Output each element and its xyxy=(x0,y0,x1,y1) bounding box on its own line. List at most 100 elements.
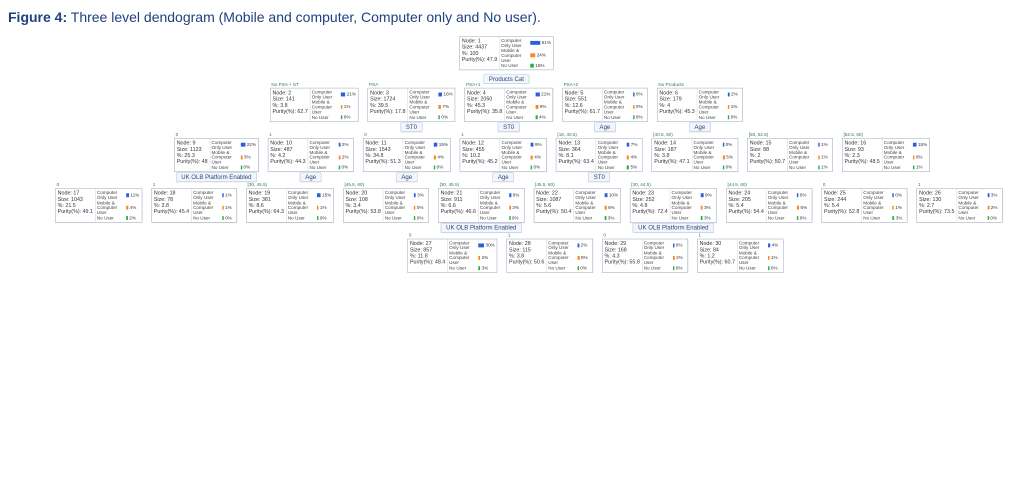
node-distribution: Computer Only User15% Mobile & Computer … xyxy=(286,189,333,222)
node-stats: Node: 20 Size: 108 %: 3.4 Purity(%): 53.… xyxy=(343,189,383,222)
tree-node: 1 Node: 18 Size: 78 %: 3.8 Purity(%): 45… xyxy=(151,189,237,223)
split-variable: ST0 xyxy=(588,173,610,182)
node-distribution: Computer Only User2% Mobile & Computer U… xyxy=(547,239,593,272)
tree-node: 0 Node: 9 Size: 1123 %: 25.3 Purity(%): … xyxy=(174,138,258,172)
node-distribution: Computer Only User22% Mobile & Computer … xyxy=(210,139,258,172)
tree-node: [30, 44.5) Node: 23 Size: 252 %: 4.8 Pur… xyxy=(630,189,717,223)
node-stats: Node: 15 Size: 88 %: 2 Purity(%): 50.7 xyxy=(748,139,788,172)
node-distribution: Computer Only User21% Mobile & Computer … xyxy=(310,88,358,121)
node-distribution: Computer Only User15% Mobile & Computer … xyxy=(403,139,450,172)
node-stats: Node: 23 Size: 252 %: 4.8 Purity(%): 72.… xyxy=(630,189,670,222)
node-distribution: Computer Only User11% Mobile & Computer … xyxy=(95,189,141,222)
node-stats: Node: 17 Size: 1043 %: 21.5 Purity(%): 4… xyxy=(56,189,96,222)
tree-node: No Products Node: 6 Size: 179 %: 4 Purit… xyxy=(657,88,743,122)
tree-node: 0 Node: 11 Size: 1543 %: 34.8 Purity(%):… xyxy=(363,138,451,172)
split-variable: UK OLB Platform Enabled xyxy=(441,223,522,232)
node-stats: Node: 25 Size: 244 %: 5.4 Purity(%): 52.… xyxy=(822,189,862,222)
tree-node: 0 Node: 25 Size: 244 %: 5.4 Purity(%): 5… xyxy=(822,189,908,223)
node-distribution: Computer Only User21% Mobile & Computer … xyxy=(505,88,553,121)
split-variable: Products Cat xyxy=(484,75,530,84)
tree-node: No PSA + ST Node: 2 Size: 141 %: 3.8 Pur… xyxy=(270,88,358,122)
tree-node: 0 Node: 27 Size: 857 %: 11.8 Purity(%): … xyxy=(407,239,497,273)
node-distribution: Computer Only User16% Mobile & Computer … xyxy=(408,88,455,121)
split-variable: Age xyxy=(300,173,321,182)
node-distribution: Computer Only User2% Mobile & Computer U… xyxy=(308,139,353,172)
split-variable: ST0 xyxy=(498,123,520,132)
split-variable: UK OLB Platform Enabled xyxy=(633,223,714,232)
node-distribution: Computer Only User0% Mobile & Computer U… xyxy=(766,189,812,222)
node-stats: Node: 1 Size: 4437 %: 100 Purity(%): 47.… xyxy=(460,37,500,70)
split-variable: Age xyxy=(594,123,615,132)
node-distribution: Computer Only User9% Mobile & Computer U… xyxy=(670,189,716,222)
tree-node: [44.5, 60) Node: 24 Size: 205 %: 5.4 Pur… xyxy=(726,189,812,223)
split-variable: Age xyxy=(493,173,514,182)
node-stats: Node: 28 Size: 115 %: 3.8 Purity(%): 50.… xyxy=(507,239,547,272)
node-distribution: Computer Only User3% Mobile & Computer U… xyxy=(957,189,1002,222)
node-distribution: Computer Only User4% Mobile & Computer U… xyxy=(737,239,783,272)
node-distribution: Computer Only User0% Mobile & Computer U… xyxy=(692,139,738,172)
figure-caption: Figure 4: Three level dendogram (Mobile … xyxy=(8,8,1005,26)
tree-node: 1 Node: 12 Size: 455 %: 10.2 Purity(%): … xyxy=(460,138,547,172)
node-distribution: Computer Only User15% Mobile & Computer … xyxy=(882,139,929,172)
node-distribution: Computer Only User0% Mobile & Computer U… xyxy=(862,189,907,222)
node-distribution: Computer Only User61% Mobile & Computer … xyxy=(500,37,553,70)
node-distribution: Computer Only User30% Mobile & Computer … xyxy=(448,239,497,272)
tree-node: 1 Node: 26 Size: 130 %: 2.7 Purity(%): 7… xyxy=(917,189,1003,223)
tree-node: PSA+2 Node: 5 Size: 551 %: 12.6 Purity(%… xyxy=(562,88,648,122)
node-stats: Node: 3 Size: 1724 %: 39.5 Purity(%): 17… xyxy=(368,88,408,121)
split-variable: UK OLB Platform Enabled xyxy=(176,173,257,182)
tree-node: [50, 52.5) Node: 15 Size: 88 %: 2 Purity… xyxy=(747,138,833,172)
tree-node: [52.5, 60) Node: 16 Size: 93 %: 2.3 Puri… xyxy=(842,138,930,172)
node-distribution: Computer Only User9% Mobile & Computer U… xyxy=(500,139,546,172)
node-stats: Node: 2 Size: 141 %: 3.8 Purity(%): 62.7 xyxy=(270,88,310,121)
node-distribution: Computer Only User3% Mobile & Computer U… xyxy=(383,189,428,222)
node-stats: Node: 4 Size: 2050 %: 45.3 Purity(%): 35… xyxy=(465,88,505,121)
node-distribution: Computer Only User2% Mobile & Computer U… xyxy=(697,88,742,121)
node-stats: Node: 18 Size: 78 %: 3.8 Purity(%): 45.4 xyxy=(152,189,192,222)
tree-node: [30, 45.5) Node: 21 Size: 911 %: 6.6 Pur… xyxy=(438,189,524,223)
node-stats: Node: 12 Size: 455 %: 10.2 Purity(%): 45… xyxy=(460,139,500,172)
tree-node: PSA+1 Node: 4 Size: 2050 %: 45.3 Purity(… xyxy=(465,88,553,122)
tree-node: 1 Node: 30 Size: 84 %: 1.2 Purity(%): 60… xyxy=(697,239,783,273)
tree-node: 0 Node: 17 Size: 1043 %: 21.5 Purity(%):… xyxy=(55,189,142,223)
tree-node: Node: 1 Size: 4437 %: 100 Purity(%): 47.… xyxy=(459,36,553,70)
figure-label: Figure 4: xyxy=(8,9,67,25)
node-stats: Node: 16 Size: 93 %: 2.3 Purity(%): 48.5 xyxy=(842,139,882,172)
node-stats: Node: 14 Size: 187 %: 3.8 Purity(%): 47.… xyxy=(652,139,692,172)
split-variable: ST0 xyxy=(401,123,423,132)
node-distribution: Computer Only User0% Mobile & Computer U… xyxy=(642,239,687,272)
node-stats: Node: 5 Size: 551 %: 12.6 Purity(%): 61.… xyxy=(563,88,603,121)
node-distribution: Computer Only User6% Mobile & Computer U… xyxy=(478,189,524,222)
node-distribution: Computer Only User1% Mobile & Computer U… xyxy=(192,189,237,222)
node-distribution: Computer Only User0% Mobile & Computer U… xyxy=(602,88,647,121)
tree-node: [30, 45.5) Node: 19 Size: 381 %: 8.6 Pur… xyxy=(246,189,334,223)
node-stats: Node: 22 Size: 1087 %: 5.6 Purity(%): 50… xyxy=(534,189,574,222)
tree-node: [40.5, 60) Node: 14 Size: 187 %: 3.8 Pur… xyxy=(652,138,738,172)
tree-node: PSA Node: 3 Size: 1724 %: 39.5 Purity(%)… xyxy=(368,88,456,122)
tree-node: [45.5, 60) Node: 22 Size: 1087 %: 5.6 Pu… xyxy=(534,189,621,223)
node-stats: Node: 26 Size: 130 %: 2.7 Purity(%): 73.… xyxy=(917,189,957,222)
split-variable: Age xyxy=(396,173,417,182)
node-stats: Node: 11 Size: 1543 %: 34.8 Purity(%): 5… xyxy=(363,139,403,172)
node-stats: Node: 13 Size: 364 %: 8.1 Purity(%): 63.… xyxy=(556,139,596,172)
node-stats: Node: 19 Size: 381 %: 8.6 Purity(%): 64.… xyxy=(246,189,286,222)
node-stats: Node: 29 Size: 168 %: 4.3 Purity(%): 55.… xyxy=(602,239,642,272)
node-stats: Node: 27 Size: 857 %: 11.8 Purity(%): 48… xyxy=(408,239,448,272)
dendogram-viewport: Node: 1 Size: 4437 %: 100 Purity(%): 47.… xyxy=(8,32,1005,487)
tree-node: [16, 40.5) Node: 13 Size: 364 %: 8.1 Pur… xyxy=(556,138,643,172)
node-stats: Node: 24 Size: 205 %: 5.4 Purity(%): 54.… xyxy=(726,189,766,222)
figure-caption-text: Three level dendogram (Mobile and comput… xyxy=(71,9,541,25)
node-distribution: Computer Only User1% Mobile & Computer U… xyxy=(788,139,833,172)
node-stats: Node: 6 Size: 179 %: 4 Purity(%): 45.3 xyxy=(657,88,697,121)
tree-node: 1 Node: 10 Size: 487 %: 4.2 Purity(%): 4… xyxy=(268,138,354,172)
tree-node: 0 Node: 29 Size: 168 %: 4.3 Purity(%): 5… xyxy=(602,239,688,273)
node-stats: Node: 30 Size: 84 %: 1.2 Purity(%): 60.7 xyxy=(697,239,737,272)
dendogram: Node: 1 Size: 4437 %: 100 Purity(%): 47.… xyxy=(8,32,1005,277)
tree-node: [45.5, 60) Node: 20 Size: 108 %: 3.4 Pur… xyxy=(343,189,429,223)
node-stats: Node: 21 Size: 911 %: 6.6 Purity(%): 46.… xyxy=(439,189,479,222)
node-distribution: Computer Only User7% Mobile & Computer U… xyxy=(596,139,642,172)
split-variable: Age xyxy=(689,123,710,132)
node-stats: Node: 10 Size: 487 %: 4.2 Purity(%): 44.… xyxy=(268,139,308,172)
node-distribution: Computer Only User10% Mobile & Computer … xyxy=(574,189,620,222)
tree-node: 1 Node: 28 Size: 115 %: 3.8 Purity(%): 5… xyxy=(507,239,593,273)
